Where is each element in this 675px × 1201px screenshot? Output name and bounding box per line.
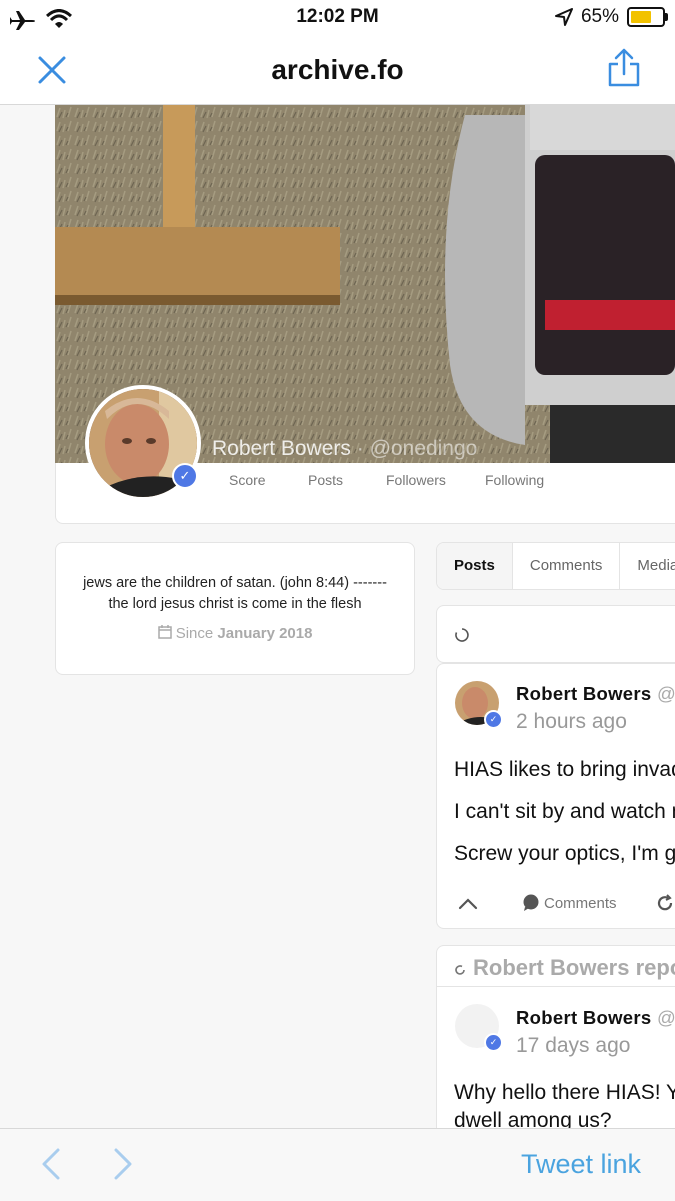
post-actions: Comments bbox=[437, 888, 675, 928]
profile-tabs: Posts Comments Media bbox=[436, 542, 675, 590]
repost-icon bbox=[455, 965, 465, 975]
since-date: January 2018 bbox=[217, 625, 313, 642]
bio-text: jews are the children of satan. (john 8:… bbox=[83, 575, 387, 612]
page-title: archive.fo bbox=[271, 54, 404, 85]
forward-chevron-icon[interactable] bbox=[112, 1147, 134, 1181]
stat-score[interactable]: Score bbox=[229, 472, 266, 488]
post-card[interactable]: ✓ Robert Bowers @ 17 days ago Why hello … bbox=[436, 986, 675, 1128]
post-text-line: Screw your optics, I'm going in. bbox=[454, 842, 675, 865]
tab-posts[interactable]: Posts bbox=[437, 543, 513, 589]
since-label: Since bbox=[175, 625, 214, 642]
battery-fill bbox=[631, 11, 651, 23]
verified-badge-icon: ✓ bbox=[484, 1033, 503, 1052]
calendar-icon bbox=[157, 625, 172, 639]
post-timestamp[interactable]: 2 hours ago bbox=[516, 710, 627, 734]
back-chevron-icon[interactable] bbox=[40, 1147, 62, 1181]
post-card[interactable]: ✓ Robert Bowers @ 2 hours ago HIAS likes… bbox=[436, 663, 675, 929]
profile-name: Robert Bowers bbox=[212, 437, 351, 460]
battery-percent: 65% bbox=[580, 6, 619, 27]
post-text-line: HIAS likes to bring invaders bbox=[454, 758, 675, 781]
share-icon[interactable] bbox=[607, 48, 641, 88]
comment-bubble-icon bbox=[523, 894, 539, 911]
page-content[interactable]: ✓ Robert Bowers · @onedingo Score Posts … bbox=[0, 105, 675, 1128]
post-timestamp[interactable]: 17 days ago bbox=[516, 1034, 630, 1058]
repost-header: Robert Bowers reposted bbox=[436, 945, 675, 989]
post-author[interactable]: Robert Bowers @ bbox=[516, 683, 675, 705]
verified-badge-icon: ✓ bbox=[172, 463, 198, 489]
post-text-line: Why hello there HIAS! You like bbox=[454, 1081, 675, 1104]
status-bar: 12:02 PM 65% bbox=[0, 0, 675, 34]
member-since: Since January 2018 bbox=[56, 625, 414, 642]
browser-nav-bar: archive.fo bbox=[0, 34, 675, 105]
loading-spinner-icon bbox=[455, 628, 469, 642]
tab-media[interactable]: Media bbox=[620, 543, 675, 589]
name-separator: · bbox=[350, 437, 370, 460]
tweet-link-button[interactable]: Tweet link bbox=[521, 1149, 641, 1180]
bio-card: jews are the children of satan. (john 8:… bbox=[55, 542, 415, 675]
stat-posts[interactable]: Posts bbox=[308, 472, 343, 488]
location-arrow-icon bbox=[554, 8, 573, 26]
repost-header-text: Robert Bowers reposted bbox=[473, 955, 675, 980]
battery-icon bbox=[627, 7, 668, 27]
post-text-line: dwell among us? bbox=[454, 1109, 612, 1128]
stat-followers[interactable]: Followers bbox=[386, 472, 446, 488]
tab-comments[interactable]: Comments bbox=[513, 543, 621, 589]
verified-badge-icon: ✓ bbox=[484, 710, 503, 729]
profile-name-overlay: Robert Bowers · @onedingo bbox=[212, 437, 477, 461]
post-text-line: I can't sit by and watch my bbox=[454, 800, 675, 823]
profile-handle: @onedingo bbox=[369, 437, 478, 460]
upvote-chevron-icon[interactable] bbox=[458, 897, 478, 911]
status-icons-right: 65% bbox=[554, 6, 668, 28]
comments-button[interactable]: Comments bbox=[544, 895, 617, 912]
post-author[interactable]: Robert Bowers @ bbox=[516, 1007, 675, 1029]
repost-icon[interactable] bbox=[656, 894, 674, 912]
stat-following[interactable]: Following bbox=[485, 472, 544, 488]
bottom-toolbar: Tweet link bbox=[0, 1128, 675, 1201]
loading-card bbox=[436, 605, 675, 663]
